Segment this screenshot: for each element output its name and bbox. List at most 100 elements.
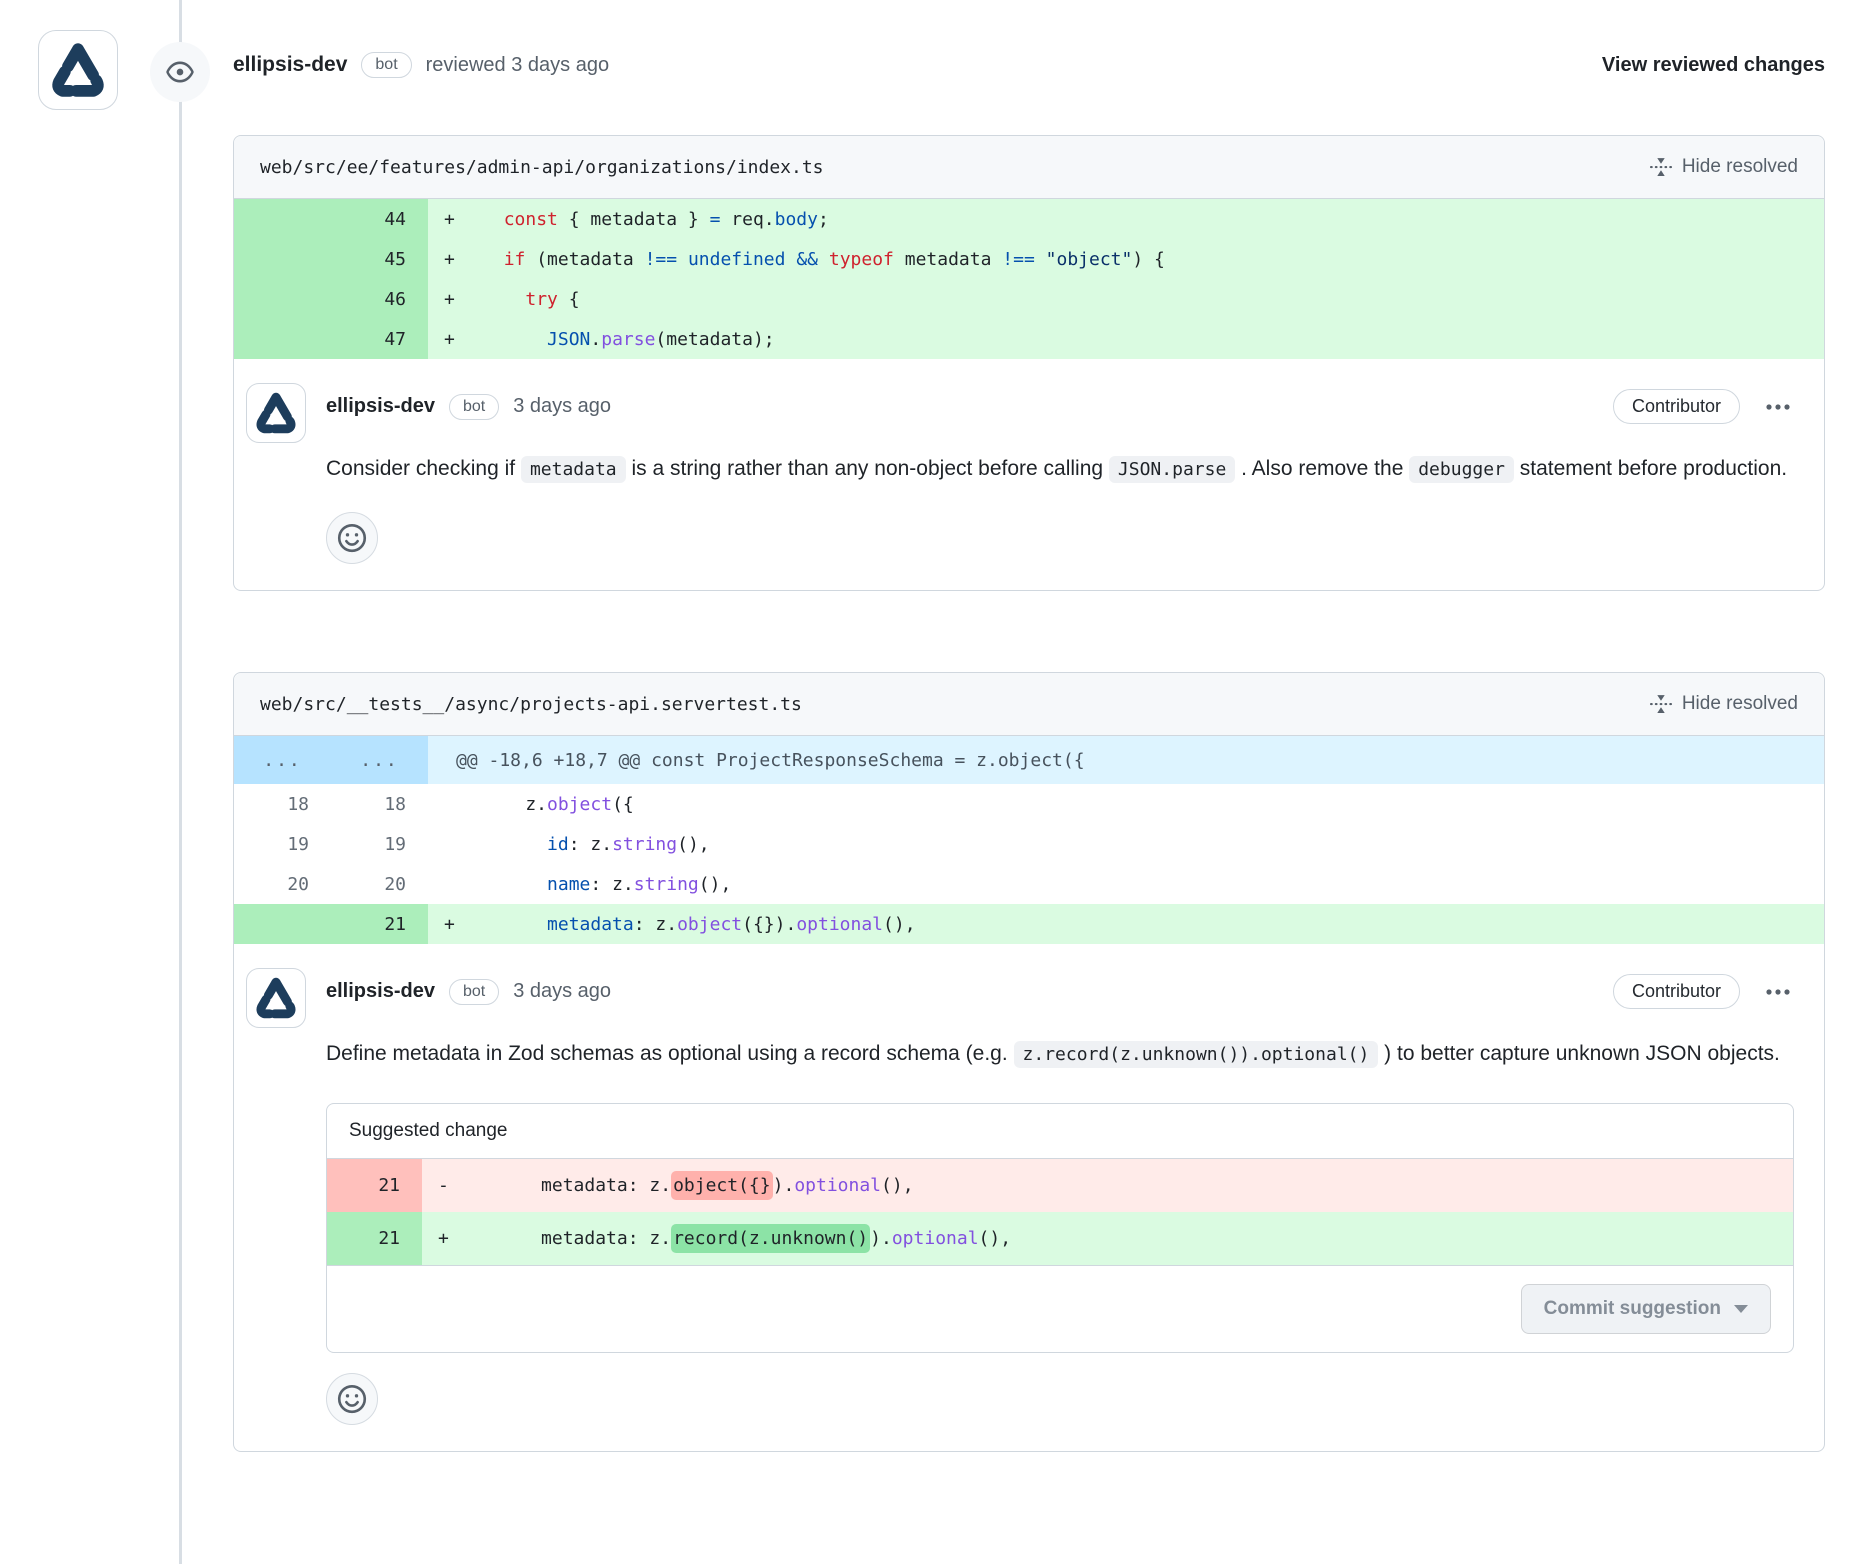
code-token: ) { [1132, 249, 1165, 270]
code-token: record(z.unknown() [671, 1224, 870, 1253]
code-token [482, 834, 547, 855]
bot-badge: bot [449, 394, 499, 420]
fold-icon [1650, 693, 1672, 715]
code-token: string [612, 834, 677, 855]
view-reviewed-changes-link[interactable]: View reviewed changes [1602, 54, 1825, 77]
code-line: id: z.string(), [474, 824, 1824, 864]
commit-suggestion-button[interactable]: Commit suggestion [1521, 1284, 1771, 1334]
hide-resolved-button[interactable]: Hide resolved [1650, 156, 1798, 178]
code-token: ). [773, 1175, 795, 1196]
code-token: !== [645, 249, 678, 270]
code-token: ; [818, 209, 829, 230]
line-number-new: 19 [331, 824, 428, 864]
code-token: object [547, 794, 612, 815]
code-token: : z. [569, 834, 612, 855]
comment-body: Consider checking if metadata is a strin… [326, 446, 1794, 492]
code-token: ({ [612, 794, 634, 815]
file-header: web/src/ee/features/admin-api/organizati… [234, 136, 1824, 199]
reviewer-name[interactable]: ellipsis-dev [233, 53, 347, 77]
code-token: (), [883, 914, 916, 935]
diff-line: 46+ try { [234, 279, 1824, 319]
review-action-text: reviewed 3 days ago [426, 54, 609, 77]
code-token: metadata [547, 914, 634, 935]
comment-timestamp[interactable]: 3 days ago [513, 980, 611, 1003]
line-number-old: 18 [234, 784, 331, 824]
code-token: try [525, 289, 558, 310]
comment-avatar[interactable] [246, 383, 306, 443]
diff-line: 2020 name: z.string(), [234, 864, 1824, 904]
code-token: parse [601, 329, 655, 350]
code-token: = [710, 209, 721, 230]
eye-icon [166, 58, 194, 86]
code-token: JSON [547, 329, 590, 350]
comment-author[interactable]: ellipsis-dev [326, 395, 435, 418]
comment-author[interactable]: ellipsis-dev [326, 980, 435, 1003]
code-token: req. [720, 209, 774, 230]
comment-avatar[interactable] [246, 968, 306, 1028]
code-line: try { [474, 279, 1824, 319]
comment-timestamp[interactable]: 3 days ago [513, 395, 611, 418]
code-token [482, 874, 547, 895]
comment-header-right: Contributor [1613, 389, 1794, 424]
review-comment: ellipsis-dev bot 3 days ago Contributor … [234, 359, 1824, 590]
code-token: (), [699, 874, 732, 895]
code-line: JSON.parse(metadata); [474, 319, 1824, 359]
comment-content: ellipsis-dev bot 3 days ago Contributor … [326, 383, 1794, 564]
code-token: string [634, 874, 699, 895]
code-token [482, 209, 504, 230]
code-line: metadata: z.record(z.unknown()).optional… [468, 1212, 1793, 1265]
inline-code: JSON.parse [1109, 456, 1235, 483]
kebab-menu-button[interactable] [1762, 985, 1794, 999]
hide-resolved-label: Hide resolved [1682, 156, 1798, 178]
diff-table: 44+ const { metadata } = req.body;45+ if… [234, 199, 1824, 359]
diff-sign [428, 824, 474, 864]
kebab-icon [1766, 404, 1790, 410]
add-reaction-button[interactable] [326, 1373, 378, 1425]
diff-line: 1919 id: z.string(), [234, 824, 1824, 864]
file-path[interactable]: web/src/ee/features/admin-api/organizati… [260, 157, 824, 178]
line-number-new: 45 [331, 239, 428, 279]
kebab-icon [1766, 989, 1790, 995]
code-token: optional [892, 1228, 979, 1249]
add-reaction-button[interactable] [326, 512, 378, 564]
commit-suggestion-label: Commit suggestion [1544, 1298, 1721, 1320]
line-number-old: 19 [234, 824, 331, 864]
code-token: ). [870, 1228, 892, 1249]
code-token: undefined [688, 249, 786, 270]
inline-code: debugger [1409, 456, 1514, 483]
code-token [786, 249, 797, 270]
diff-sign: + [428, 279, 474, 319]
reviewer-avatar[interactable] [38, 30, 118, 110]
comment-header-right: Contributor [1613, 974, 1794, 1009]
ellipsis-logo-icon [254, 391, 298, 435]
contributor-badge: Contributor [1613, 389, 1740, 424]
review-header: ellipsis-dev bot reviewed 3 days ago Vie… [233, 52, 1825, 78]
code-token: (metadata [525, 249, 644, 270]
line-number-new: 46 [331, 279, 428, 319]
diff-sign: + [428, 319, 474, 359]
line-number-new: 47 [331, 319, 428, 359]
code-token: typeof [829, 249, 894, 270]
diff-sign: + [428, 199, 474, 239]
code-token [818, 249, 829, 270]
line-number-new: 21 [331, 904, 428, 944]
suggestion-diff: 21- metadata: z.object({}).optional(),21… [327, 1159, 1793, 1265]
code-token [482, 249, 504, 270]
code-token: optional [796, 914, 883, 935]
code-token: : z. [590, 874, 633, 895]
ellipsis-logo-icon [254, 976, 298, 1020]
line-number-new: 18 [331, 784, 428, 824]
line-number-old [234, 199, 331, 239]
code-token: . [590, 329, 601, 350]
line-number: 21 [327, 1159, 422, 1212]
code-token: body [775, 209, 818, 230]
file-path[interactable]: web/src/__tests__/async/projects-api.ser… [260, 694, 802, 715]
code-token: name [547, 874, 590, 895]
line-number-new: 44 [331, 199, 428, 239]
line-number-new: ... [331, 736, 428, 784]
code-line: name: z.string(), [474, 864, 1824, 904]
kebab-menu-button[interactable] [1762, 400, 1794, 414]
code-line: metadata: z.object({}).optional(), [468, 1159, 1793, 1212]
line-number-old [234, 279, 331, 319]
hide-resolved-button[interactable]: Hide resolved [1650, 693, 1798, 715]
